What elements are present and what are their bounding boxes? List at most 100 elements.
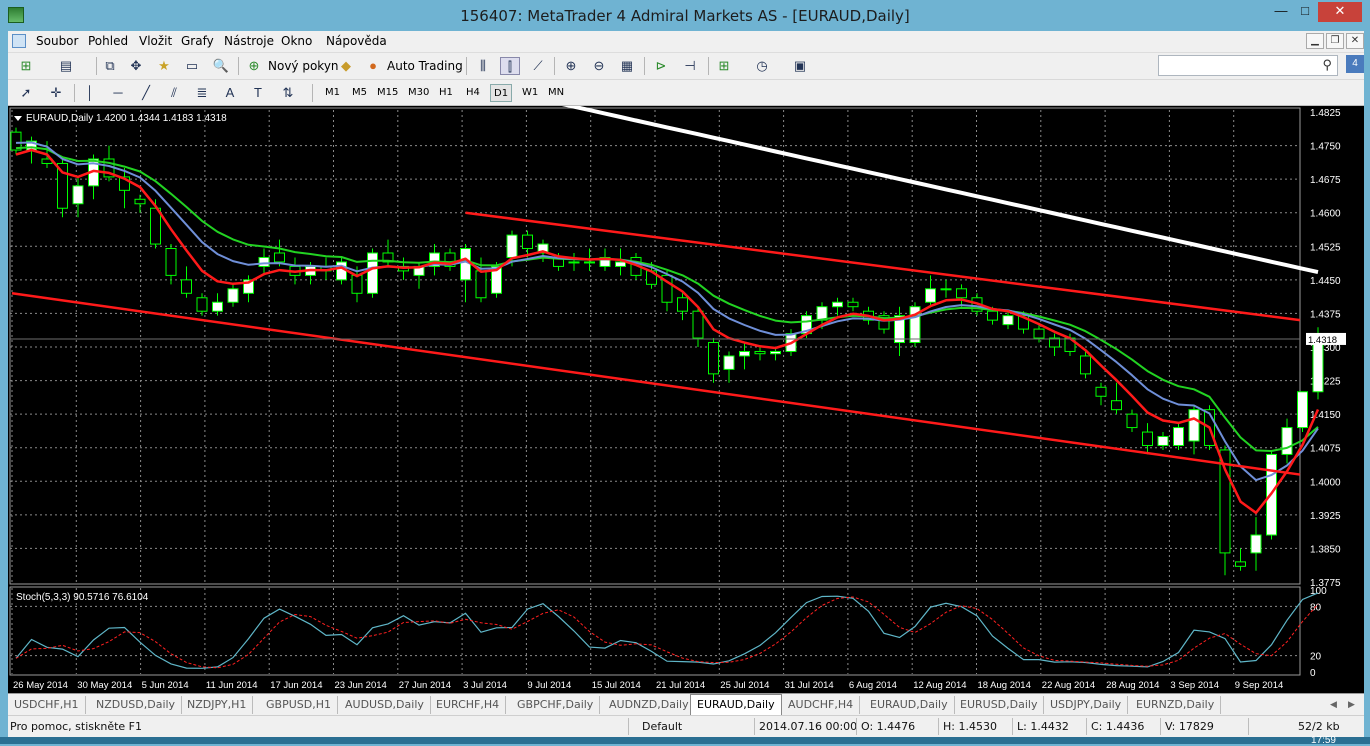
date-tick-label: 18 Aug 2014 (978, 680, 1031, 691)
candle-bull (258, 256, 270, 267)
timeframe-m30[interactable]: M30 (405, 84, 432, 102)
timeframe-m5[interactable]: M5 (349, 84, 370, 102)
menu-vlozit[interactable]: Vložit (139, 34, 172, 48)
auto-trading-icon[interactable]: ● (363, 57, 383, 75)
chart-shift-icon[interactable]: ⊳ (651, 57, 671, 75)
tab-audnzd-daily[interactable]: AUDNZD,Daily (603, 696, 696, 714)
periods-clock-icon[interactable]: ◷ (752, 57, 772, 75)
price-chart[interactable]: 1.4825 1.4750 1.4675 1.4600 1.4525 1.4450 1.43… (8, 106, 1364, 693)
bar-chart-icon[interactable]: ⫼ (473, 57, 493, 75)
close-button[interactable]: ✕ (1318, 2, 1362, 22)
tab-audchf-h4[interactable]: AUDCHF,H4 (782, 696, 861, 714)
doc-close-icon[interactable]: ✕ (1346, 33, 1364, 49)
menu-okno[interactable]: Okno (281, 34, 312, 48)
text-box-icon[interactable]: T (248, 84, 268, 102)
equidistant-channel-icon[interactable]: ⫽ (164, 84, 184, 102)
cursor-icon[interactable]: ➚ (16, 84, 36, 102)
horizontal-line-icon[interactable]: ─ (108, 84, 128, 102)
tab-gbpusd-h1[interactable]: GBPUSD,H1 (260, 696, 338, 714)
indicators-icon[interactable]: ⊞ (714, 57, 734, 75)
new-order-button[interactable]: Nový pokyn (268, 59, 339, 73)
doc-minimize-icon[interactable]: ▁ (1306, 33, 1324, 49)
zoom-in-icon[interactable]: ⊕ (561, 57, 581, 75)
search-input[interactable]: ⚲ (1158, 55, 1338, 76)
status-traffic: 52/2 kb (1298, 720, 1340, 733)
tab-usdchf-h1[interactable]: USDCHF,H1 (8, 696, 86, 714)
timeframe-d1[interactable]: D1 (490, 84, 513, 102)
timeframe-m1[interactable]: M1 (322, 84, 343, 102)
tab-audusd-daily[interactable]: AUDUSD,Daily (339, 696, 431, 714)
minimize-button[interactable]: — (1270, 2, 1292, 22)
tab-euraud-daily-active[interactable]: EURAUD,Daily (690, 694, 782, 716)
templates-icon[interactable]: ▣ (790, 57, 810, 75)
menu-soubor[interactable]: Soubor (36, 34, 78, 48)
menu-grafy[interactable]: Grafy (181, 34, 214, 48)
tab-nzdjpy-h1[interactable]: NZDJPY,H1 (181, 696, 254, 714)
candle-bull (770, 350, 781, 355)
candle-bull (1297, 391, 1308, 429)
date-tick-label: 6 Aug 2014 (849, 680, 897, 691)
timeframe-m15[interactable]: M15 (374, 84, 401, 102)
date-tick-label: 3 Jul 2014 (463, 680, 507, 691)
crosshair-icon[interactable]: ✛ (46, 84, 66, 102)
chart-document-icon (12, 34, 26, 48)
line-chart-icon[interactable]: ⟋ (528, 57, 548, 75)
navigator-icon[interactable]: ★ (154, 57, 174, 75)
price-tick-label: 1.3925 (1310, 511, 1341, 522)
metaeditor-icon[interactable]: ◆ (336, 57, 356, 75)
market-watch-icon[interactable]: ⧉ (100, 57, 120, 75)
new-chart-icon[interactable]: ⊞ (16, 57, 36, 75)
tab-usdjpy-daily[interactable]: USDJPY,Daily (1044, 696, 1129, 714)
maximize-button[interactable]: □ (1294, 2, 1316, 22)
doc-restore-icon[interactable]: ❐ (1326, 33, 1344, 49)
timeframe-h4[interactable]: H4 (463, 84, 483, 102)
profiles-icon[interactable]: ▤ (56, 57, 76, 75)
autoscroll-icon[interactable]: ⊣ (680, 57, 700, 75)
tab-eurchf-h4[interactable]: EURCHF,H4 (430, 696, 507, 714)
tab-eurnzd-daily[interactable]: EURNZD,Daily (1130, 696, 1222, 714)
candle-bear (692, 310, 704, 339)
stoch-tick-label: 0 (1310, 668, 1316, 679)
auto-trading-button[interactable]: Auto Trading (387, 59, 463, 73)
candle-bull (1312, 338, 1324, 393)
date-tick-label: 12 Aug 2014 (913, 680, 966, 691)
timeframe-h1[interactable]: H1 (436, 84, 456, 102)
menu-nastroje[interactable]: Nástroje (224, 34, 274, 48)
strategy-tester-icon[interactable]: 🔍 (211, 57, 231, 75)
new-order-icon[interactable]: ⊕ (244, 57, 264, 75)
messages-badge[interactable]: 4 (1346, 55, 1364, 73)
fibonacci-icon[interactable]: ≣ (192, 84, 212, 102)
candle-bear (1080, 355, 1091, 375)
terminal-icon[interactable]: ▭ (182, 57, 202, 75)
candle-bull (615, 261, 626, 267)
candle-bear (274, 252, 285, 263)
tab-euraud-daily[interactable]: EURAUD,Daily (864, 696, 955, 714)
arrows-icon[interactable]: ⇅ (278, 84, 298, 102)
timeframe-mn[interactable]: MN (545, 84, 567, 102)
tab-scroll-right-icon[interactable]: ▶ (1348, 699, 1355, 710)
price-tick-label: 1.4075 (1310, 444, 1341, 455)
tab-nzdusd-daily[interactable]: NZDUSD,Daily (90, 696, 183, 714)
vertical-line-icon[interactable]: │ (80, 84, 100, 102)
zoom-out-icon[interactable]: ⊖ (589, 57, 609, 75)
drawing-toolbar: ➚ ✛ │ ─ ╱ ⫽ ≣ A T ⇅ M1 M5 M15 M30 H1 H4 … (8, 80, 1364, 106)
tab-gbpchf-daily[interactable]: GBPCHF,Daily (511, 696, 601, 714)
data-window-icon[interactable]: ✥ (126, 57, 146, 75)
menu-napoveda[interactable]: Nápověda (326, 34, 387, 48)
menu-pohled[interactable]: Pohled (88, 34, 128, 48)
tab-eurusd-daily[interactable]: EURUSD,Daily (954, 696, 1045, 714)
timeframe-w1[interactable]: W1 (519, 84, 541, 102)
chart-header: EURAUD,Daily 1.4200 1.4344 1.4183 1.4318 (26, 113, 227, 124)
search-icon[interactable]: ⚲ (1322, 57, 1332, 73)
tile-windows-icon[interactable]: ▦ (617, 57, 637, 75)
candlestick-chart-icon[interactable]: ⫿ (500, 57, 520, 75)
candle-bull (227, 288, 239, 303)
candle-bear (475, 270, 487, 299)
tab-scroll-left-icon[interactable]: ◀ (1330, 699, 1337, 710)
trendline-icon[interactable]: ╱ (136, 84, 156, 102)
text-label-icon[interactable]: A (220, 84, 240, 102)
candle-bear (987, 310, 998, 321)
candle-bear (1033, 328, 1045, 339)
candle-bear (134, 198, 146, 205)
chart-window[interactable]: 1.4825 1.4750 1.4675 1.4600 1.4525 1.4450 1.43… (8, 106, 1364, 693)
